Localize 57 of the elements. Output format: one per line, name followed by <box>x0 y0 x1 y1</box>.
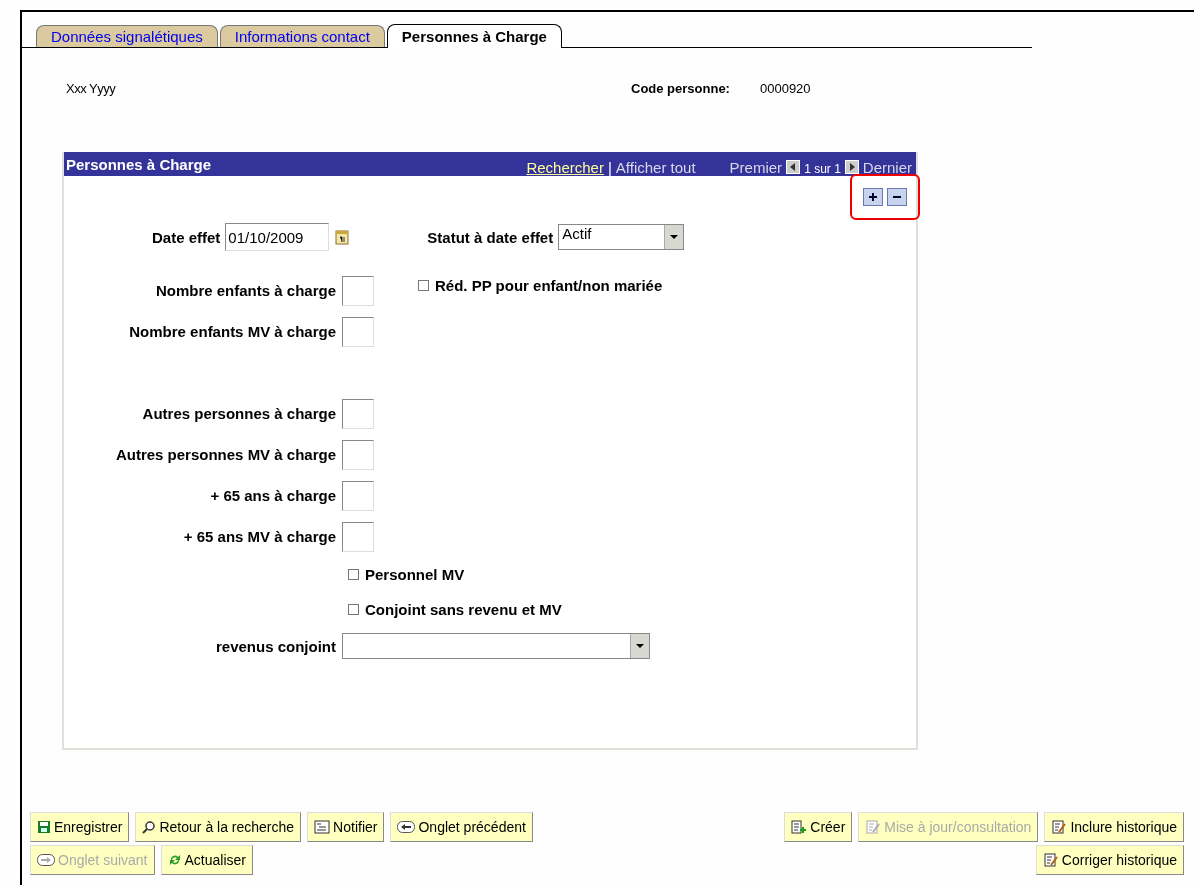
toolbar-button[interactable]: Corriger historique <box>1035 845 1184 875</box>
separator: | <box>607 158 612 176</box>
next-icon <box>844 160 859 174</box>
tab[interactable]: Données signalétiques <box>36 25 218 47</box>
field-label: + 65 ans à charge <box>209 487 336 504</box>
field-label: Nombre enfants à charge <box>154 282 336 299</box>
code-label: Code personne: <box>631 80 730 96</box>
person-name: Xxx Yyyy <box>66 80 117 96</box>
toolbar-button[interactable]: Retour à la recherche <box>135 812 302 842</box>
checkbox[interactable] <box>348 604 359 615</box>
tab[interactable]: Informations contact <box>219 25 385 47</box>
field-label: + 65 ans MV à charge <box>182 528 336 545</box>
calendar-icon[interactable] <box>335 229 350 245</box>
search-link[interactable]: Rechercher <box>526 158 604 176</box>
search-icon <box>142 820 157 834</box>
number-field[interactable] <box>342 521 374 552</box>
delete-row-button[interactable] <box>887 188 907 206</box>
income-dropdown[interactable] <box>342 633 650 659</box>
dropdown-arrow-icon <box>670 235 679 239</box>
document-pencil-icon <box>1042 853 1059 867</box>
field-label: Nombre enfants MV à charge <box>128 323 336 340</box>
field-label: Autres personnes à charge <box>141 405 336 422</box>
dropdown-arrow-icon <box>636 644 644 648</box>
checkbox[interactable] <box>348 569 359 580</box>
tab[interactable]: Personnes à Charge <box>386 24 562 48</box>
document-pencil-icon <box>865 820 882 834</box>
toolbar-button[interactable]: Enregistrer <box>30 812 130 842</box>
code-value: 0000920 <box>759 80 811 96</box>
number-field[interactable] <box>342 480 374 511</box>
toolbar-button[interactable]: Notifier <box>307 812 385 842</box>
document-pencil-icon <box>1051 820 1068 834</box>
number-field[interactable] <box>342 316 374 347</box>
panel-title: Personnes à Charge <box>66 155 212 173</box>
plus-icon <box>867 191 879 203</box>
field-label: revenus conjoint <box>214 637 336 655</box>
number-field[interactable] <box>342 398 374 429</box>
checkbox-label: Personnel MV <box>365 566 465 583</box>
add-row-button[interactable] <box>863 188 883 206</box>
refresh-icon <box>167 853 182 867</box>
toolbar-button[interactable]: Onglet précédent <box>390 812 533 842</box>
previous-icon <box>786 160 801 174</box>
note-icon <box>314 820 331 834</box>
status-dropdown[interactable]: Actif <box>558 224 685 250</box>
date-field[interactable]: 01/10/2009 <box>225 223 330 251</box>
number-field[interactable] <box>342 275 374 306</box>
number-field[interactable] <box>342 439 374 470</box>
toolbar-button[interactable]: Créer <box>784 812 853 842</box>
toolbar-button[interactable]: Actualiser <box>160 845 253 875</box>
field-label: Date effet <box>152 228 221 246</box>
toolbar-button[interactable]: Inclure historique <box>1044 812 1184 842</box>
document-plus-icon <box>791 820 808 834</box>
field-label: Statut à date effet <box>427 228 554 246</box>
field-label: Autres personnes MV à charge <box>114 446 336 463</box>
checkbox-label: Conjoint sans revenu et MV <box>365 601 562 618</box>
checkbox[interactable] <box>418 280 429 291</box>
record-position: 1 sur 1 <box>804 162 841 176</box>
checkbox-label: Réd. PP pour enfant/non mariée <box>435 277 663 294</box>
